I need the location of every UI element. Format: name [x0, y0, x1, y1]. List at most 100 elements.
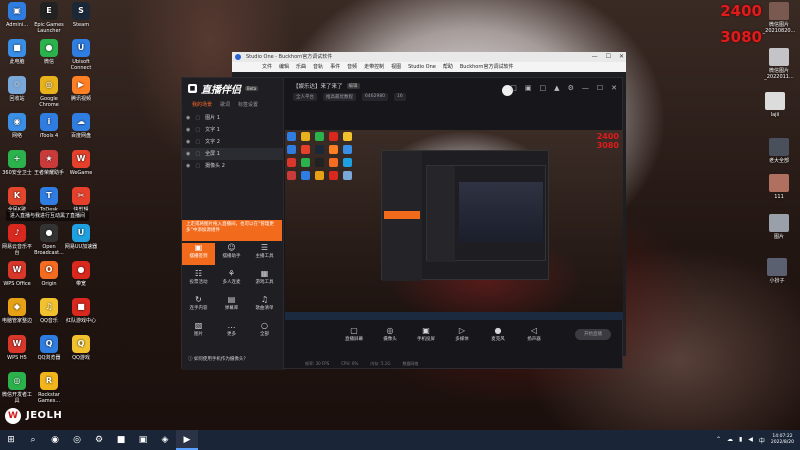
capture-control-button[interactable]: ▷ 多媒体 [449, 325, 475, 342]
menu-item[interactable]: 编辑 [279, 62, 289, 72]
desktop-icon[interactable]: U Ubisoft Connect [64, 39, 98, 71]
live-companion-window[interactable]: ■ 直播伴侣 Beta 我的场景 歌词 标签设置 ◉ □ 图片 1 ◉ □ 文字 1 ◉ □ 文字 … [181, 77, 623, 370]
gift-icon[interactable]: ▣ [525, 84, 532, 92]
desktop-file-icon[interactable]: 老大全部 [762, 138, 796, 164]
shop-icon[interactable]: □ [510, 84, 517, 92]
tool-button[interactable]: ☰ 主播工具 [248, 243, 281, 265]
desktop-icon[interactable]: i iTools 4 [32, 113, 66, 139]
settings-icon[interactable]: ⚙ [568, 84, 574, 92]
menu-item[interactable]: 音频 [347, 62, 357, 72]
desktop-file-icon[interactable]: 小扮子 [760, 258, 794, 284]
tray-icon[interactable]: 中 [759, 436, 765, 445]
desktop-icon[interactable]: ♫ QQ音乐 [32, 298, 66, 324]
tray-icon[interactable]: ⌃ [716, 436, 721, 445]
taskbar-app-icon[interactable]: ◉ [44, 430, 66, 450]
desktop-icon[interactable]: O Origin [32, 261, 66, 287]
tool-button[interactable]: ☺ 摆播助手 [215, 243, 248, 265]
close-icon[interactable]: ✕ [611, 84, 617, 92]
desktop-icon[interactable]: E Epic Games Launcher [32, 2, 66, 34]
menu-item[interactable]: 事件 [330, 62, 340, 72]
desktop-icon[interactable]: ▣ Admini... [0, 2, 34, 28]
desktop-icon[interactable]: ■ 此电脑 [0, 39, 34, 65]
maximize-icon[interactable]: ☐ [597, 84, 603, 92]
capture-control-button[interactable]: ◎ 摄像头 [377, 325, 403, 342]
go-live-button[interactable]: 开始直播 [575, 329, 611, 340]
desktop-icon[interactable]: ● Open Broadcast... [32, 224, 66, 256]
source-tab[interactable]: 歌词 [220, 98, 230, 112]
tray-icon[interactable]: ◀ [748, 436, 753, 445]
taskbar-app-icon[interactable]: ■ [110, 430, 132, 450]
capture-control-button[interactable]: ● 麦克风 [485, 325, 511, 342]
menu-item[interactable]: 帮助 [443, 62, 453, 72]
tool-button[interactable]: ○ 全部 [248, 321, 281, 343]
desktop-icon[interactable]: ▶ 腾讯视频 [64, 76, 98, 102]
desktop-icon[interactable]: ♪ 网易云音乐平台 [0, 224, 34, 256]
menu-item[interactable]: 走带控制 [364, 62, 384, 72]
tool-button[interactable]: ▤ 弹幕库 [215, 295, 248, 317]
capture-control-button[interactable]: ▣ 手机投屏 [413, 325, 439, 342]
source-item[interactable]: ◉ □ 文字 2 [182, 136, 283, 148]
desktop-icon[interactable]: W WPS Office [0, 261, 34, 287]
edit-title-button[interactable]: 编辑 [346, 83, 360, 89]
tool-button[interactable]: ⚘ 多人连麦 [215, 269, 248, 291]
tool-button[interactable]: ↻ 连手内容 [182, 295, 215, 317]
desktop-file-icon[interactable]: 微信图片_20210820... [762, 2, 796, 34]
desktop-icon[interactable]: R Rockstar Games... [32, 372, 66, 404]
tool-button[interactable]: … 更多 [215, 321, 248, 343]
desktop-file-icon[interactable]: 111 [762, 174, 796, 200]
clock[interactable]: 14:07:22 2022/8/20 [771, 434, 794, 446]
tray-icon[interactable]: ▮ [739, 436, 742, 445]
tool-button[interactable]: ▦ 游戏工具 [248, 269, 281, 291]
desktop-icon[interactable]: ★ 王者荣耀助手 [32, 150, 66, 176]
menu-item[interactable]: 文件 [262, 62, 272, 72]
lock-icon[interactable]: □ [195, 136, 200, 148]
menu-item[interactable]: Studio One [408, 62, 436, 72]
eye-icon[interactable]: ◉ [186, 160, 190, 172]
desktop-icon[interactable]: ■ 红队游戏中心 [64, 298, 98, 324]
source-item[interactable]: ◉ □ 摄像头 2 [182, 160, 283, 172]
studio-one-titlebar[interactable]: Studio One - Buckhorn官方调试软件 — ☐ ✕ [232, 52, 626, 62]
bell-icon[interactable]: ▲ [554, 84, 559, 92]
start-button[interactable]: ⊞ [0, 430, 22, 450]
capture-control-button[interactable]: ◁ 扬声器 [521, 325, 547, 342]
source-tab[interactable]: 我的场景 [192, 98, 212, 112]
desktop-icon[interactable]: ♲ 回收站 [0, 76, 34, 102]
desktop-icon[interactable]: W WPS H5 [0, 335, 34, 361]
taskbar-app-icon[interactable]: ▣ [132, 430, 154, 450]
source-item[interactable]: ◉ □ 文字 1 [182, 124, 283, 136]
capture-control-button[interactable]: ▢ 直播屏幕 [341, 325, 367, 342]
desktop-icon[interactable]: ◆ 电脑管家整边 [0, 298, 34, 324]
tool-button[interactable]: ▧ 图片 [182, 321, 215, 343]
desktop-icon[interactable]: ◉ 网络 [0, 113, 34, 139]
lock-icon[interactable]: □ [195, 112, 200, 124]
taskbar-app-icon[interactable]: ▶ [176, 430, 198, 450]
camera-help-link[interactable]: ⓘ 如何使用手机作为摄像头？ [182, 354, 283, 366]
desktop-file-icon[interactable]: lajii [758, 92, 792, 118]
taskbar-app-icon[interactable]: ◎ [66, 430, 88, 450]
tray-icon[interactable]: ☁ [727, 436, 733, 445]
desktop-icon[interactable]: ● 带宽 [64, 261, 98, 287]
tool-button[interactable]: ☷ 投票活动 [182, 269, 215, 291]
minimize-icon[interactable]: — [592, 52, 598, 62]
live-preview[interactable]: 2400 3080 [285, 130, 623, 320]
lock-icon[interactable]: □ [195, 148, 200, 160]
desktop-icon[interactable]: ☁ 百度网盘 [64, 113, 98, 139]
close-icon[interactable]: ✕ [619, 52, 624, 62]
eye-icon[interactable]: ◉ [186, 112, 190, 124]
tool-button[interactable]: ♫ 歌曲清单 [248, 295, 281, 317]
eye-icon[interactable]: ◉ [186, 148, 190, 160]
maximize-icon[interactable]: ☐ [606, 52, 611, 62]
eye-icon[interactable]: ◉ [186, 124, 190, 136]
source-item[interactable]: ◉ □ 全屏 1 [182, 148, 283, 160]
taskbar-app-icon[interactable]: ⌕ [22, 430, 44, 450]
desktop-icon[interactable]: ● 微信 [32, 39, 66, 65]
lock-icon[interactable]: □ [195, 160, 200, 172]
desktop-icon[interactable]: S Steam [64, 2, 98, 28]
menu-item[interactable]: 乐曲 [296, 62, 306, 72]
desktop-icon[interactable]: ◎ Google Chrome [32, 76, 66, 108]
source-tab[interactable]: 标签设置 [238, 98, 258, 112]
desktop-icon[interactable]: ◎ 微信开发者工具 [0, 372, 34, 404]
lock-icon[interactable]: □ [195, 124, 200, 136]
source-item[interactable]: ◉ □ 图片 1 [182, 112, 283, 124]
tool-button[interactable]: ▣ 摆播签到 [182, 243, 215, 265]
